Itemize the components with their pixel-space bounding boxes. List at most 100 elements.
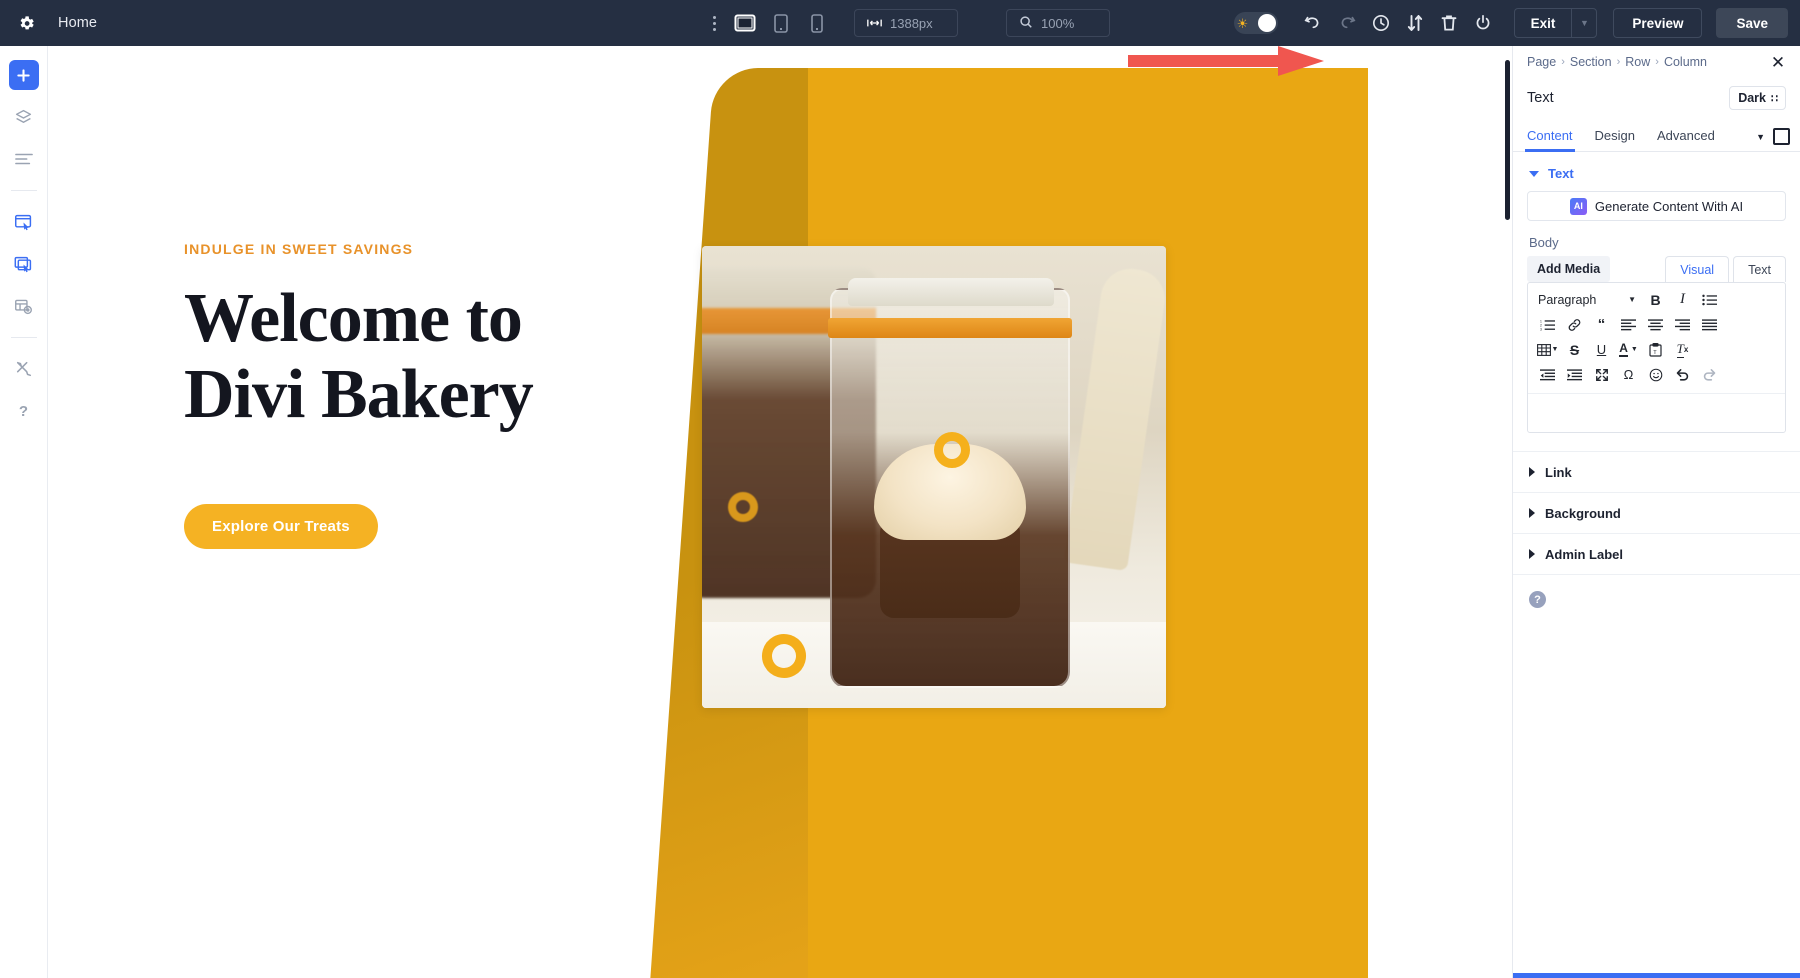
responsive-edit-icon[interactable] bbox=[9, 207, 39, 237]
breadcrumb-item-row[interactable]: Row bbox=[1625, 55, 1650, 69]
viewport-width-value: 1388px bbox=[890, 15, 933, 31]
page-canvas[interactable]: INDULGE IN SWEET SAVINGS Welcome to Divi… bbox=[48, 46, 1512, 978]
paragraph-format-select[interactable]: Paragraph ▼ bbox=[1534, 288, 1642, 311]
chevron-down-icon[interactable]: ▼ bbox=[1756, 132, 1765, 142]
link-icon[interactable] bbox=[1561, 313, 1588, 336]
align-right-icon[interactable] bbox=[1669, 313, 1696, 336]
editor-toolbar-row-1: Paragraph ▼ B I bbox=[1530, 287, 1783, 312]
hero-title-line2: Divi Bakery bbox=[184, 355, 534, 433]
redo-icon[interactable] bbox=[1696, 363, 1723, 386]
blockquote-icon[interactable]: “ bbox=[1588, 313, 1615, 336]
preview-button[interactable]: Preview bbox=[1613, 8, 1703, 38]
panel-title-row: Text Dark ∷ bbox=[1513, 78, 1800, 118]
tools-icon[interactable] bbox=[9, 354, 39, 384]
editor-toolbar-row-3: ▼ S U A ▼ T Tx bbox=[1530, 337, 1783, 362]
italic-icon[interactable]: I bbox=[1669, 288, 1696, 311]
portability-arrows-icon[interactable] bbox=[1398, 6, 1432, 40]
photo-orange-zest-1 bbox=[934, 432, 970, 468]
list-icon[interactable] bbox=[9, 144, 39, 174]
settings-tabs: Content Design Advanced ▼ bbox=[1513, 118, 1800, 152]
color-mode-selector[interactable]: Dark ∷ bbox=[1729, 86, 1786, 110]
magnifier-icon bbox=[1019, 15, 1033, 32]
redo-icon[interactable] bbox=[1330, 6, 1364, 40]
undo-icon[interactable] bbox=[1296, 6, 1330, 40]
underline-icon[interactable]: U bbox=[1588, 338, 1615, 361]
align-center-icon[interactable] bbox=[1642, 313, 1669, 336]
hero-text-block: INDULGE IN SWEET SAVINGS Welcome to Divi… bbox=[184, 241, 664, 550]
tab-design[interactable]: Design bbox=[1595, 128, 1635, 151]
more-vertical-icon[interactable] bbox=[706, 11, 722, 35]
expand-square-icon[interactable] bbox=[1773, 128, 1790, 145]
save-button[interactable]: Save bbox=[1716, 8, 1788, 38]
editor-content-area[interactable] bbox=[1528, 394, 1785, 432]
power-icon[interactable] bbox=[1466, 6, 1500, 40]
history-clock-icon[interactable] bbox=[1364, 6, 1398, 40]
explore-our-treats-button[interactable]: Explore Our Treats bbox=[184, 504, 378, 550]
emoji-icon[interactable] bbox=[1642, 363, 1669, 386]
panel-scrollbar[interactable] bbox=[1505, 46, 1510, 978]
editor-tab-text[interactable]: Text bbox=[1733, 256, 1786, 282]
indent-icon[interactable] bbox=[1561, 363, 1588, 386]
editor-tab-visual[interactable]: Visual bbox=[1665, 256, 1730, 282]
outdent-icon[interactable] bbox=[1534, 363, 1561, 386]
svg-text:3: 3 bbox=[1540, 327, 1542, 331]
zoom-field[interactable]: 100% bbox=[1006, 9, 1110, 37]
add-media-button[interactable]: Add Media bbox=[1527, 256, 1611, 282]
help-question-icon[interactable]: ? bbox=[9, 396, 39, 426]
accordion-background[interactable]: Background bbox=[1513, 492, 1800, 533]
bullet-list-icon[interactable] bbox=[1696, 288, 1723, 311]
undo-icon[interactable] bbox=[1669, 363, 1696, 386]
gear-icon[interactable] bbox=[14, 11, 38, 35]
align-left-icon[interactable] bbox=[1615, 313, 1642, 336]
accordion-admin-label[interactable]: Admin Label bbox=[1513, 533, 1800, 574]
generate-content-with-ai-button[interactable]: AI Generate Content With AI bbox=[1527, 191, 1786, 221]
hero-photo[interactable] bbox=[702, 246, 1166, 708]
preview-module-icon[interactable] bbox=[9, 291, 39, 321]
breadcrumb-separator: › bbox=[1655, 56, 1659, 68]
align-justify-icon[interactable] bbox=[1696, 313, 1723, 336]
rich-text-editor[interactable]: Paragraph ▼ B I 123 “ ▼ S U A ▼ T T x Ω bbox=[1527, 282, 1786, 433]
help-question-icon[interactable]: ? bbox=[1529, 591, 1546, 608]
breadcrumb-item-page[interactable]: Page bbox=[1527, 55, 1556, 69]
zoom-value: 100% bbox=[1041, 15, 1075, 31]
tab-advanced[interactable]: Advanced bbox=[1657, 128, 1715, 151]
editor-toolbar-row-4: Ω bbox=[1530, 362, 1783, 387]
accordion-background-label: Background bbox=[1545, 505, 1621, 521]
sun-icon: ☀ bbox=[1236, 15, 1249, 31]
text-color-icon[interactable]: A ▼ bbox=[1615, 338, 1642, 361]
device-tablet-button[interactable] bbox=[768, 11, 794, 35]
table-icon[interactable]: ▼ bbox=[1534, 338, 1561, 361]
duplicate-edit-icon[interactable] bbox=[9, 249, 39, 279]
section-text-header[interactable]: Text bbox=[1513, 152, 1800, 191]
chevron-down-icon: ▼ bbox=[1551, 346, 1559, 353]
device-desktop-button[interactable] bbox=[732, 11, 758, 35]
chevron-down-icon[interactable]: ▼ bbox=[1571, 8, 1598, 38]
module-title: Text bbox=[1527, 90, 1554, 106]
device-phone-button[interactable] bbox=[804, 11, 830, 35]
breadcrumb-item-section[interactable]: Section bbox=[1570, 55, 1612, 69]
accordion-link[interactable]: Link bbox=[1513, 451, 1800, 492]
add-icon[interactable] bbox=[8, 60, 39, 90]
breadcrumb-item-column[interactable]: Column bbox=[1664, 55, 1707, 69]
viewport-width-field[interactable]: 1388px bbox=[854, 9, 958, 37]
scrollbar-thumb[interactable] bbox=[1505, 60, 1510, 220]
svg-text:T: T bbox=[1653, 350, 1657, 356]
tab-content[interactable]: Content bbox=[1525, 128, 1575, 152]
bold-icon[interactable]: B bbox=[1642, 288, 1669, 311]
clear-formatting-icon[interactable]: Tx bbox=[1669, 338, 1696, 361]
close-icon[interactable]: ✕ bbox=[1766, 51, 1790, 75]
strikethrough-icon[interactable]: S bbox=[1561, 338, 1588, 361]
theme-toggle[interactable]: ☀ bbox=[1233, 12, 1278, 34]
paste-as-text-icon[interactable]: T bbox=[1642, 338, 1669, 361]
numbered-list-icon[interactable]: 123 bbox=[1534, 313, 1561, 336]
page-title[interactable]: Home bbox=[58, 15, 97, 31]
trash-icon[interactable] bbox=[1432, 6, 1466, 40]
fullscreen-icon[interactable] bbox=[1588, 363, 1615, 386]
editor-top-bar: Add Media Visual Text bbox=[1513, 256, 1800, 282]
left-rail: ? bbox=[0, 46, 48, 978]
layers-icon[interactable] bbox=[9, 102, 39, 132]
special-character-icon[interactable]: Ω bbox=[1615, 363, 1642, 386]
triangle-down-icon bbox=[1529, 170, 1539, 177]
exit-group: Exit ▼ bbox=[1513, 8, 1598, 38]
exit-button[interactable]: Exit bbox=[1513, 8, 1572, 38]
